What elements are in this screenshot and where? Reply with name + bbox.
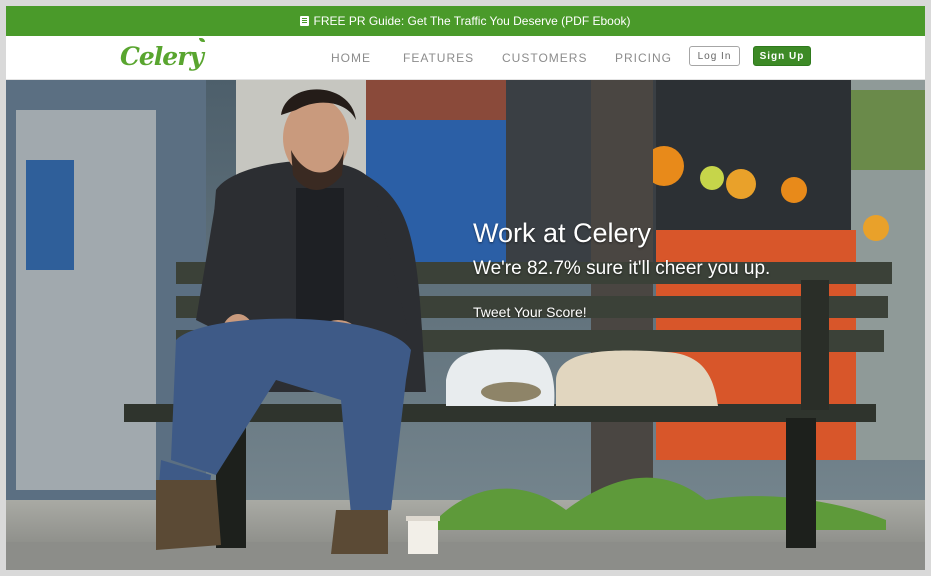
hero-subtitle: We're 82.7% sure it'll cheer you up. xyxy=(473,258,771,279)
page-frame: FREE PR Guide: Get The Traffic You Deser… xyxy=(0,0,931,576)
promo-text[interactable]: FREE PR Guide: Get The Traffic You Deser… xyxy=(313,14,630,28)
hero-title: Work at Celery xyxy=(473,218,652,248)
tweet-score-link[interactable]: Tweet Your Score! xyxy=(473,304,587,320)
celery-logo[interactable]: Celery xyxy=(120,38,205,71)
nav-home[interactable]: HOME xyxy=(331,51,371,65)
top-navigation: Celery HOME FEATURES CUSTOMERS PRICING L… xyxy=(6,36,925,80)
nav-customers[interactable]: CUSTOMERS xyxy=(502,51,587,65)
logo-text: Celery xyxy=(120,42,204,71)
signup-button[interactable]: Sign Up xyxy=(753,46,811,66)
hero-photo xyxy=(6,80,925,570)
nav-features[interactable]: FEATURES xyxy=(403,51,474,65)
book-icon xyxy=(300,16,310,26)
promo-banner[interactable]: FREE PR Guide: Get The Traffic You Deser… xyxy=(6,6,925,36)
hero-section: Work at Celery We're 82.7% sure it'll ch… xyxy=(6,80,925,570)
login-button[interactable]: Log In xyxy=(689,46,740,66)
nav-pricing[interactable]: PRICING xyxy=(615,51,672,65)
